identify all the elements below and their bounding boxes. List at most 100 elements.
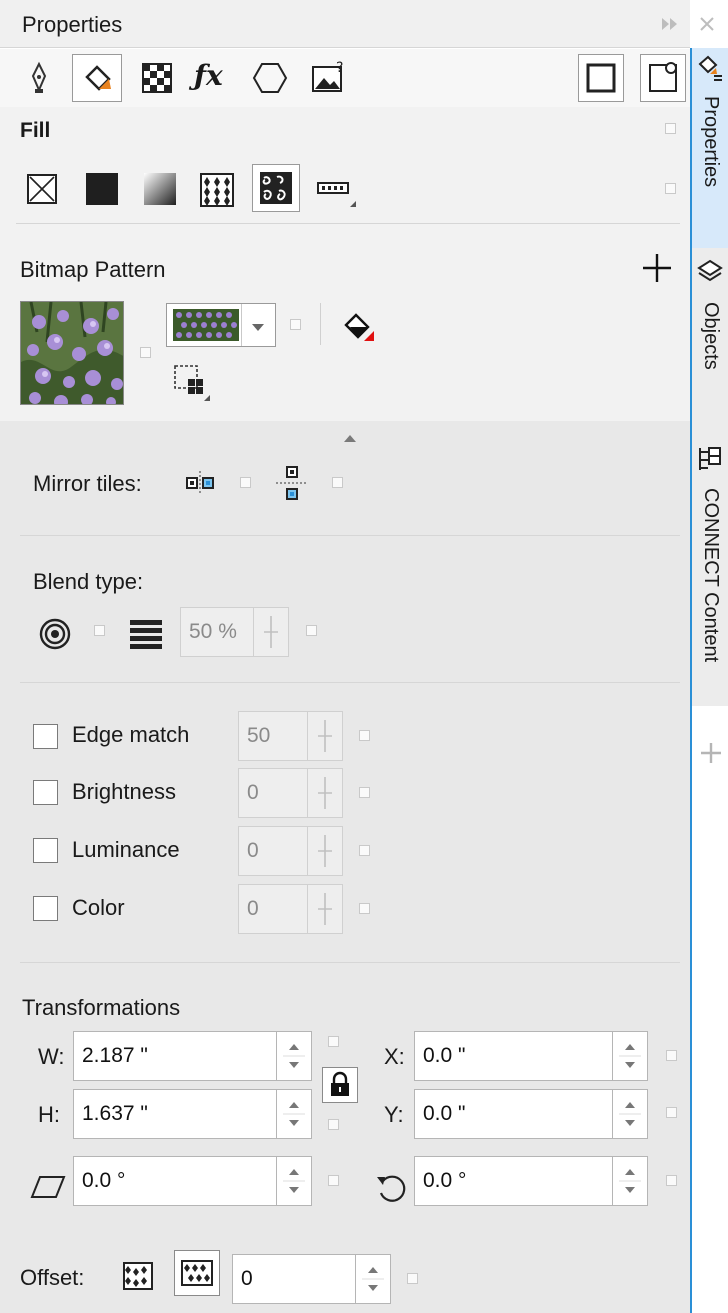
row-offset-icon[interactable] xyxy=(122,1259,156,1293)
connect-tab-label: CONNECT Content xyxy=(700,488,722,663)
bitmap-pattern-fill-icon[interactable] xyxy=(252,164,300,212)
width-spinner[interactable] xyxy=(276,1031,312,1081)
fill-section: Fill Bitmap Pattern xyxy=(0,107,690,421)
uniform-fill-icon[interactable] xyxy=(86,173,118,205)
fill-color-bucket-icon[interactable] xyxy=(338,307,378,347)
rotate-input[interactable]: 0.0 ° xyxy=(414,1156,613,1206)
fill-lock-checkbox[interactable] xyxy=(665,123,676,134)
mirror-h-lock-checkbox[interactable] xyxy=(240,477,251,488)
skew-spinner[interactable] xyxy=(276,1156,312,1206)
collapse-arrow-icon[interactable] xyxy=(340,431,360,443)
fill-type-lock-checkbox[interactable] xyxy=(665,183,676,194)
chevron-down-icon[interactable] xyxy=(249,320,267,332)
brightness-lock-checkbox[interactable] xyxy=(359,787,370,798)
y-spinner[interactable] xyxy=(612,1089,648,1139)
padlock-icon[interactable] xyxy=(322,1067,358,1103)
edge-match-lock-checkbox[interactable] xyxy=(359,730,370,741)
height-lock-checkbox[interactable] xyxy=(328,1119,339,1130)
mirror-v-lock-checkbox[interactable] xyxy=(332,477,343,488)
x-lock-checkbox[interactable] xyxy=(666,1050,677,1061)
tab-objects[interactable]: Objects xyxy=(692,248,728,436)
offset-spinner[interactable] xyxy=(355,1254,391,1304)
options-section: Mirror tiles: Blend type: 50 % Edge matc… xyxy=(0,421,690,1313)
y-lock-checkbox[interactable] xyxy=(666,1107,677,1118)
preview-lock-checkbox[interactable] xyxy=(140,347,151,358)
properties-tab-icon xyxy=(696,54,724,82)
width-label: W: xyxy=(38,1044,65,1069)
edge-match-label: Edge match xyxy=(72,722,190,747)
offset-input[interactable]: 0 xyxy=(232,1254,356,1304)
fast-forward-icon[interactable] xyxy=(660,15,682,33)
brightness-field[interactable]: 0 xyxy=(238,768,308,818)
page-settings-icon[interactable] xyxy=(640,54,686,102)
blend-divider xyxy=(20,682,680,683)
frame-tab-icon[interactable] xyxy=(578,54,624,102)
pattern-swatch-icon xyxy=(173,309,239,341)
effects-fx-icon[interactable]: ƒx xyxy=(194,59,234,95)
width-input[interactable]: 2.187 " xyxy=(73,1031,277,1081)
blend-percent-field[interactable]: 50 % xyxy=(180,607,254,657)
add-pattern-icon[interactable] xyxy=(640,251,674,285)
mirror-vertical-icon[interactable] xyxy=(274,463,310,503)
pattern-preview-thumbnail[interactable] xyxy=(20,301,124,405)
x-label: X: xyxy=(384,1044,405,1069)
color-field[interactable]: 0 xyxy=(238,884,308,934)
transparency-icon[interactable] xyxy=(140,61,174,95)
picker-lock-checkbox[interactable] xyxy=(290,319,301,330)
y-label: Y: xyxy=(384,1102,404,1127)
mirror-horizontal-icon[interactable] xyxy=(182,469,218,497)
color-lock-checkbox[interactable] xyxy=(359,903,370,914)
y-input[interactable]: 0.0 " xyxy=(414,1089,613,1139)
brightness-checkbox[interactable] xyxy=(33,780,58,805)
tab-connect-content[interactable]: CONNECT Content xyxy=(692,436,728,706)
dropdown-divider xyxy=(241,304,242,346)
luminance-lock-checkbox[interactable] xyxy=(359,845,370,856)
property-toolbar: ƒx ? xyxy=(0,49,690,107)
skew-lock-checkbox[interactable] xyxy=(328,1175,339,1186)
mirror-divider xyxy=(20,535,680,536)
column-offset-icon[interactable] xyxy=(174,1250,220,1296)
width-lock-checkbox[interactable] xyxy=(328,1036,339,1047)
pattern-picker-dropdown[interactable] xyxy=(166,303,276,347)
height-input[interactable]: 1.637 " xyxy=(73,1089,277,1139)
color-checkbox[interactable] xyxy=(33,896,58,921)
vector-pattern-fill-icon[interactable] xyxy=(200,173,234,207)
no-fill-icon[interactable] xyxy=(26,173,58,205)
rotate-spinner[interactable] xyxy=(612,1156,648,1206)
linear-blend-icon[interactable] xyxy=(128,617,164,651)
skew-input[interactable]: 0.0 ° xyxy=(73,1156,277,1206)
hexagon-shape-icon[interactable] xyxy=(252,61,288,95)
edge-match-checkbox[interactable] xyxy=(33,724,58,749)
panel-title: Properties xyxy=(22,12,123,37)
image-question-icon[interactable]: ? xyxy=(310,59,348,95)
radial-blend-lock-checkbox[interactable] xyxy=(94,625,105,636)
fountain-fill-icon[interactable] xyxy=(144,173,176,205)
luminance-checkbox[interactable] xyxy=(33,838,58,863)
blend-lock-checkbox[interactable] xyxy=(306,625,317,636)
fill-divider xyxy=(16,223,680,224)
radial-blend-icon[interactable] xyxy=(38,617,72,651)
offset-lock-checkbox[interactable] xyxy=(407,1273,418,1284)
brightness-slider[interactable] xyxy=(307,768,343,818)
x-input[interactable]: 0.0 " xyxy=(414,1031,613,1081)
edge-match-slider[interactable] xyxy=(307,711,343,761)
color-slider[interactable] xyxy=(307,884,343,934)
transform-origin-icon[interactable] xyxy=(172,363,212,403)
rotate-lock-checkbox[interactable] xyxy=(666,1175,677,1186)
height-spinner[interactable] xyxy=(276,1089,312,1139)
connect-content-icon xyxy=(696,444,724,474)
toolbar-separator xyxy=(320,303,321,345)
fill-tab-icon[interactable] xyxy=(72,54,122,102)
luminance-field[interactable]: 0 xyxy=(238,826,308,876)
blend-percent-slider[interactable] xyxy=(253,607,289,657)
two-color-pattern-icon[interactable] xyxy=(316,179,358,209)
add-docker-icon[interactable] xyxy=(698,740,724,766)
x-spinner[interactable] xyxy=(612,1031,648,1081)
luminance-slider[interactable] xyxy=(307,826,343,876)
edge-match-field[interactable]: 50 xyxy=(238,711,308,761)
close-icon[interactable] xyxy=(697,14,717,34)
rotate-icon xyxy=(374,1169,410,1205)
tab-properties[interactable]: Properties xyxy=(692,48,728,248)
outline-pen-icon[interactable] xyxy=(24,61,54,95)
properties-tab-label: Properties xyxy=(700,96,722,188)
